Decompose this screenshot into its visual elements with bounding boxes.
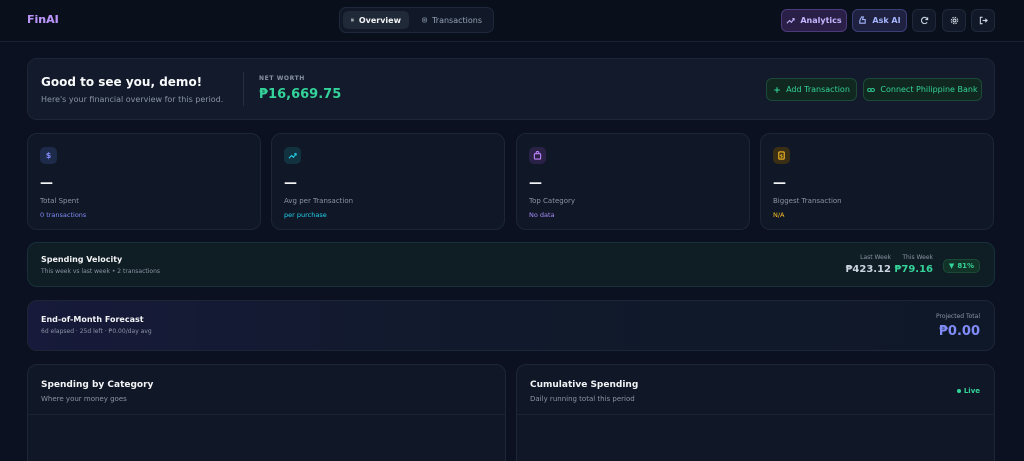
last-week-value: ₱423.12: [845, 264, 891, 275]
view-tabs: Overview Transactions: [339, 7, 494, 33]
this-week-label: This Week: [902, 254, 933, 261]
this-week-value: ₱79.16: [894, 264, 933, 275]
this-week-column: This Week ₱79.16: [894, 254, 933, 275]
plus-icon: [774, 86, 780, 93]
stat-value: —: [284, 176, 297, 191]
tab-overview[interactable]: Overview: [343, 11, 409, 29]
add-transaction-label: Add Transaction: [786, 85, 850, 94]
stat-sub: N/A: [773, 211, 785, 219]
trend-icon: [786, 18, 795, 24]
trend-up-icon: [284, 147, 301, 164]
logout-icon: [979, 16, 988, 25]
panel-divider: [517, 414, 994, 415]
logout-button[interactable]: [971, 9, 995, 32]
forecast-subtitle: 6d elapsed · 25d left · ₱0.00/day avg: [41, 328, 152, 335]
projected-total-label: Projected Total: [936, 313, 980, 320]
forecast-title: End-of-Month Forecast: [41, 315, 144, 324]
cumulative-spending-panel: Cumulative Spending Daily running total …: [516, 364, 995, 461]
hero-divider: [243, 72, 244, 106]
cumulative-panel-subtitle: Daily running total this period: [530, 395, 635, 403]
stat-value: —: [529, 176, 542, 191]
velocity-subtitle: This week vs last week • 2 transactions: [41, 268, 161, 275]
tab-overview-label: Overview: [358, 15, 401, 25]
stat-label: Total Spent: [40, 197, 79, 205]
velocity-change-value: 81%: [957, 262, 975, 270]
stat-label: Biggest Transaction: [773, 197, 842, 205]
refresh-icon: [920, 16, 928, 25]
ask-ai-button[interactable]: Ask AI: [852, 9, 907, 32]
stat-label: Top Category: [529, 197, 576, 205]
stat-value: —: [773, 176, 786, 191]
top-nav-bar: FinAI Overview Transactions Analytics As…: [0, 0, 1024, 42]
cumulative-panel-title: Cumulative Spending: [530, 380, 639, 390]
gear-icon: [950, 16, 958, 25]
stat-card-total-spent: $ — Total Spent 0 transactions: [27, 133, 261, 230]
last-week-column: Last Week ₱423.12: [845, 254, 891, 275]
forecast-card: End-of-Month Forecast 6d elapsed · 25d l…: [27, 300, 995, 351]
last-week-label: Last Week: [860, 254, 891, 261]
svg-text:$: $: [780, 153, 783, 159]
stat-value: —: [40, 176, 53, 191]
welcome-card: Good to see you, demo! Here's your finan…: [27, 58, 995, 120]
document-icon: [422, 17, 427, 23]
tab-transactions[interactable]: Transactions: [414, 11, 490, 29]
ask-ai-label: Ask AI: [872, 16, 901, 25]
velocity-change-badge: ▼ 81%: [943, 259, 980, 273]
connect-bank-label: Connect Philippine Bank: [880, 85, 978, 94]
add-transaction-button[interactable]: Add Transaction: [766, 78, 857, 101]
analytics-button[interactable]: Analytics: [781, 9, 847, 32]
stat-sub: No data: [529, 211, 555, 219]
refresh-button[interactable]: [912, 9, 936, 32]
grid-icon: [351, 18, 354, 22]
net-worth-label: NET WORTH: [259, 75, 305, 82]
settings-button[interactable]: [942, 9, 966, 32]
receipt-icon: $: [773, 147, 790, 164]
stat-sub: 0 transactions: [40, 211, 87, 219]
dollar-icon: $: [40, 147, 57, 164]
link-icon: [867, 87, 876, 92]
live-label: Live: [963, 387, 980, 395]
projected-total-value: ₱0.00: [938, 324, 980, 339]
tab-transactions-label: Transactions: [432, 15, 482, 25]
analytics-label: Analytics: [800, 16, 842, 25]
bag-icon: [529, 147, 546, 164]
spending-by-category-panel: Spending by Category Where your money go…: [27, 364, 506, 461]
velocity-title: Spending Velocity: [41, 255, 123, 264]
live-dot-icon: [956, 389, 961, 393]
category-panel-subtitle: Where your money goes: [41, 395, 127, 403]
connect-bank-button[interactable]: Connect Philippine Bank: [863, 78, 982, 101]
spending-velocity-card: Spending Velocity This week vs last week…: [27, 242, 995, 287]
stat-card-avg-transaction: — Avg per Transaction per purchase: [271, 133, 505, 230]
stat-label: Avg per Transaction: [284, 197, 354, 205]
stat-card-top-category: — Top Category No data: [516, 133, 750, 230]
stat-card-biggest-transaction: $ — Biggest Transaction N/A: [760, 133, 994, 230]
greeting-title: Good to see you, demo!: [41, 75, 203, 89]
sparkle-icon: [859, 16, 867, 24]
live-indicator: Live: [956, 387, 980, 395]
app-logo[interactable]: FinAI: [27, 13, 59, 26]
net-worth-value: ₱16,669.75: [259, 87, 342, 102]
stat-sub: per purchase: [284, 211, 327, 219]
panel-divider: [28, 414, 505, 415]
greeting-subtitle: Here's your financial overview for this …: [41, 95, 224, 104]
arrow-down-icon: ▼: [948, 262, 955, 270]
category-panel-title: Spending by Category: [41, 380, 154, 390]
